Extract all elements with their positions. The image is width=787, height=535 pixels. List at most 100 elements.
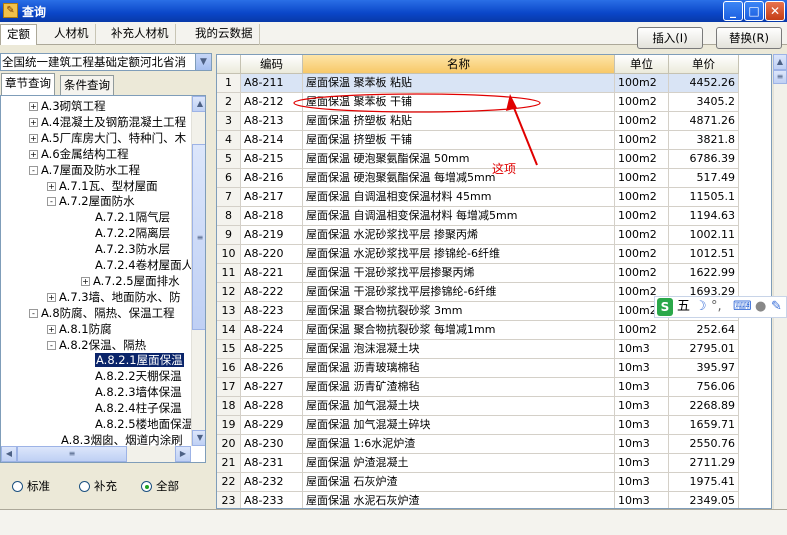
- tab-condition-query[interactable]: 条件查询: [60, 75, 114, 95]
- tree-item[interactable]: A.7.2.1隔气层: [95, 209, 170, 225]
- scroll-thumb[interactable]: ≡: [773, 70, 787, 84]
- chapter-tree[interactable]: + A.3砌筑工程 + A.4混凝土及钢筋混凝土工程 + A.5厂库房大门、特种门、木 + A…: [0, 95, 206, 463]
- radio-all[interactable]: 全部: [141, 478, 179, 493]
- radio-all-indicator[interactable]: [141, 481, 152, 492]
- expand-icon[interactable]: +: [29, 149, 38, 159]
- radio-supplement-label: 补充: [94, 479, 117, 493]
- expand-icon[interactable]: +: [47, 324, 56, 334]
- tree-item-label: A.8.3烟囱、烟道内涂刷: [61, 432, 183, 447]
- annotation-label: 这项: [492, 162, 517, 176]
- replace-button[interactable]: 替换(R): [716, 27, 782, 49]
- expand-icon[interactable]: +: [47, 292, 56, 302]
- wrench-icon[interactable]: ✎: [771, 298, 782, 316]
- tree-item[interactable]: - A.8防腐、隔热、保温工程: [29, 305, 175, 321]
- tree-item[interactable]: A.7.2.2隔离层: [95, 225, 170, 241]
- tree-item-label: A.7.1瓦、型材屋面: [59, 178, 158, 193]
- scroll-up-icon[interactable]: ▲: [773, 54, 787, 70]
- radio-supplement-indicator[interactable]: [79, 481, 90, 492]
- tree-item[interactable]: + A.8.1防腐: [47, 321, 112, 337]
- tree-item[interactable]: A.8.2.5楼地面保温: [95, 416, 193, 432]
- tree-item[interactable]: A.8.2.2天棚保温: [95, 368, 182, 384]
- collapse-icon[interactable]: -: [47, 197, 56, 207]
- tree-item-label: A.7屋面及防水工程: [41, 162, 141, 177]
- tree-item-label: A.7.2.1隔气层: [95, 210, 171, 225]
- close-button[interactable]: ✕: [765, 1, 785, 21]
- radio-standard[interactable]: 标准: [12, 478, 50, 493]
- status-bar: [0, 509, 787, 535]
- tree-item-label: A.8.2.2天棚保温: [95, 369, 182, 384]
- radio-all-label: 全部: [156, 479, 179, 493]
- tab-supplement-material[interactable]: 补充人材机: [105, 24, 176, 45]
- tree-item[interactable]: + A.7.3墙、地面防水、防: [47, 289, 181, 305]
- hscroll-thumb[interactable]: ≡: [17, 446, 127, 462]
- tree-item[interactable]: + A.7.1瓦、型材屋面: [47, 178, 158, 194]
- tree-item-label: A.7.2屋面防水: [59, 194, 135, 209]
- sogou-icon[interactable]: S: [657, 298, 673, 316]
- quota-library-value: 全国统一建筑工程基础定额河北省消: [2, 55, 186, 69]
- tree-item-label: A.7.2.3防水层: [95, 242, 171, 257]
- tree-item-label: A.3砌筑工程: [41, 99, 106, 113]
- tree-item[interactable]: - A.7.2屋面防水: [47, 193, 135, 209]
- collapse-icon[interactable]: -: [29, 165, 38, 175]
- expand-icon[interactable]: +: [29, 102, 38, 111]
- tree-item[interactable]: + A.6金属结构工程: [29, 146, 129, 162]
- tree-item[interactable]: + A.7.2.5屋面排水: [81, 273, 180, 289]
- tree-item[interactable]: A.8.2.4柱子保温: [95, 400, 182, 416]
- title-bar: ✎ 查询 _ □ ✕: [0, 0, 787, 22]
- scroll-down-icon[interactable]: ▼: [192, 430, 205, 446]
- tree-item-label: A.8.2.1屋面保温: [95, 353, 184, 368]
- insert-button[interactable]: 插入(I): [637, 27, 703, 49]
- tab-chapter-query[interactable]: 章节查询: [1, 73, 55, 95]
- annotation-ellipse: [293, 93, 541, 113]
- annotation-overlay: [293, 93, 541, 166]
- tree-item[interactable]: - A.7屋面及防水工程: [29, 162, 140, 178]
- tab-labor-material[interactable]: 人材机: [48, 24, 96, 45]
- tree-item[interactable]: + A.3砌筑工程: [29, 98, 106, 114]
- tree-item[interactable]: + A.5厂库房大门、特种门、木: [29, 130, 186, 146]
- chevron-down-icon[interactable]: ▼: [195, 54, 211, 70]
- query-icon: ✎: [3, 3, 18, 18]
- tree-item[interactable]: A.8.2.1屋面保温: [95, 352, 184, 368]
- radio-supplement[interactable]: 补充: [79, 478, 117, 493]
- tree-item-label: A.8.2.5楼地面保温: [95, 417, 194, 431]
- scroll-thumb[interactable]: ≡: [192, 144, 205, 330]
- ime-mode-label[interactable]: 五: [677, 298, 690, 316]
- user-icon[interactable]: ●: [755, 298, 766, 316]
- tree-item-label: A.8.2.4柱子保温: [95, 401, 182, 416]
- collapse-icon[interactable]: -: [47, 340, 56, 350]
- expand-icon[interactable]: +: [47, 181, 56, 191]
- tree-item-label: A.5厂库房大门、特种门、木: [41, 130, 187, 145]
- tree-item-label: A.7.2.4卷材屋面人工: [95, 258, 205, 272]
- keyboard-icon[interactable]: ⌨: [733, 298, 752, 316]
- table-vertical-scrollbar[interactable]: ▲ ≡: [773, 54, 787, 509]
- radio-standard-indicator[interactable]: [12, 481, 23, 492]
- expand-icon[interactable]: +: [81, 276, 90, 286]
- tree-item[interactable]: A.7.2.4卷材屋面人工: [95, 257, 205, 273]
- maximize-button[interactable]: □: [744, 1, 764, 21]
- collapse-icon[interactable]: -: [29, 308, 38, 318]
- moon-icon[interactable]: ☽: [695, 298, 707, 316]
- scroll-up-icon[interactable]: ▲: [192, 96, 205, 112]
- quota-table[interactable]: 编码 名称 单位 单价 1 A8-211 屋面保温 聚苯板 粘贴 100m2 4452.…: [216, 54, 772, 509]
- punctuation-icon[interactable]: °,: [711, 298, 722, 316]
- expand-icon[interactable]: +: [29, 133, 38, 143]
- tree-horizontal-scrollbar[interactable]: ◀ ≡ ▶: [1, 446, 191, 462]
- tree-item[interactable]: A.7.2.3防水层: [95, 241, 170, 257]
- tree-item[interactable]: - A.8.2保温、隔热: [47, 337, 146, 353]
- tree-vertical-scrollbar[interactable]: ▲ ≡ ▼: [191, 96, 205, 446]
- tree-item-label: A.6金属结构工程: [41, 146, 129, 161]
- tab-cloud-data[interactable]: 我的云数据: [189, 24, 260, 45]
- tree-item[interactable]: A.8.2.3墙体保温: [95, 384, 182, 400]
- minimize-button[interactable]: _: [723, 1, 743, 21]
- ime-toolbar[interactable]: S 五 ☽ °, ⌨ ● ✎: [654, 296, 787, 318]
- tree-item-label: A.4混凝土及钢筋混凝土工程: [41, 114, 187, 129]
- tree-item-label: A.8防腐、隔热、保温工程: [41, 305, 175, 320]
- tree-item-label: A.8.1防腐: [59, 321, 112, 336]
- expand-icon[interactable]: +: [29, 117, 38, 127]
- tab-quota[interactable]: 定额: [0, 24, 37, 45]
- tree-item[interactable]: + A.4混凝土及钢筋混凝土工程: [29, 114, 186, 130]
- scroll-left-icon[interactable]: ◀: [1, 446, 17, 462]
- quota-library-select[interactable]: 全国统一建筑工程基础定额河北省消 ▼: [0, 53, 212, 71]
- tree-item-label: A.8.2保温、隔热: [59, 337, 147, 352]
- scroll-right-icon[interactable]: ▶: [175, 446, 191, 462]
